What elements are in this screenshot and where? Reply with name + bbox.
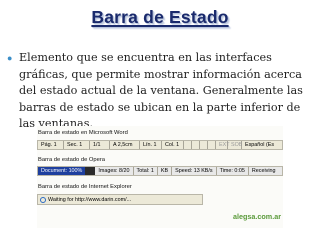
word-cell [208, 141, 216, 149]
bullet-text: Elemento que se encuentra en las interfa… [19, 51, 303, 130]
slide-title: Barra de Estado [91, 7, 229, 27]
opera-progress: Document: 100% [38, 167, 86, 175]
ie-statusbar: Waiting for http://www.darin.com/... [37, 194, 203, 205]
bullet-item: ● Elemento que se encuentra en las inter… [4, 50, 316, 133]
word-caption: Barra de estado en Microsoft Word [38, 130, 128, 136]
opera-cell: Speed: 13 KB/s [172, 167, 217, 175]
ie-globe-icon [40, 196, 46, 203]
word-cell [200, 141, 208, 149]
word-cell: Sec. 1 [64, 141, 90, 149]
opera-progress-track [85, 167, 96, 175]
word-cell: 1/1 [90, 141, 110, 149]
opera-cell: Total: 1 [134, 167, 158, 175]
word-cell: A 2,5cm [110, 141, 140, 149]
word-cell: EXT [216, 141, 229, 149]
word-cell: Pág. 1 [38, 141, 64, 149]
word-cell: Español (Es [245, 142, 275, 148]
source-credit: alegsa.com.ar [233, 212, 281, 221]
statusbar-examples-image: Barra de estado en Microsoft Word Pág. 1… [37, 126, 283, 228]
opera-cell: KB [158, 167, 173, 175]
opera-cell: Receiving [251, 168, 276, 174]
word-cell: SOB [228, 141, 242, 149]
opera-statusbar: Document: 100% Images: 8/20 Total: 1 KB … [37, 166, 283, 176]
opera-cell: Time: 0:05 [217, 167, 249, 175]
word-cell [184, 141, 192, 149]
word-statusbar: Pág. 1 Sec. 1 1/1 A 2,5cm Lín. 1 Col. 1 … [37, 140, 283, 150]
word-cell: Col. 1 [162, 141, 184, 149]
bullet-marker: ● [7, 53, 13, 63]
word-cell [192, 141, 200, 149]
opera-cell: Images: 8/20 [95, 167, 134, 175]
ie-status-text: Waiting for http://www.darin.com/... [48, 196, 132, 203]
opera-caption: Barra de estado de Opera [38, 157, 106, 163]
word-cell: Lín. 1 [140, 141, 162, 149]
ie-caption: Barra de estado de Internet Explorer [38, 184, 132, 190]
